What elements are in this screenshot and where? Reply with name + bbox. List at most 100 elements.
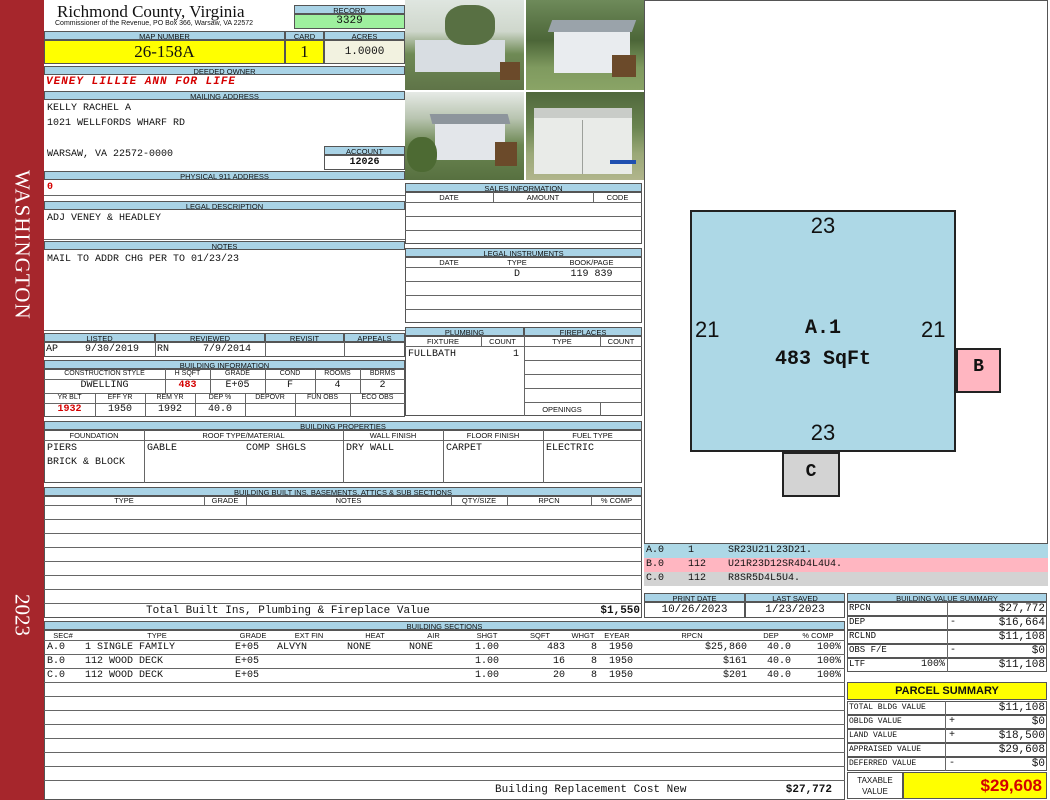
building-sections-header: BUILDING SECTIONS	[44, 621, 845, 630]
fireplaces-header: FIREPLACES	[524, 327, 642, 336]
legal-instruments-header: LEGAL INSTRUMENTS	[405, 248, 642, 257]
value-summary-value: $11,108	[998, 659, 1045, 671]
grade-value: E+05	[225, 380, 250, 391]
section-cell: 8	[590, 670, 597, 681]
parcel-summary-value: $18,500	[998, 730, 1045, 742]
parcel-summary-key: DEFERRED VALUE	[849, 759, 917, 768]
dim-bottom: 23	[810, 420, 836, 445]
last-saved: 1/23/2023	[745, 602, 845, 618]
value-summary-key: RPCN	[849, 603, 871, 613]
house-photo-2	[526, 0, 644, 90]
physical-address: 0	[47, 182, 54, 193]
legal-description-header: LEGAL DESCRIPTION	[44, 201, 405, 210]
section-cell: 112 WOOD DECK	[85, 670, 164, 681]
dim-right: 21	[921, 317, 946, 342]
acres-value: 1.0000	[324, 40, 405, 64]
section-area: 483 SqFt	[774, 348, 871, 371]
wall-header: WALL FINISH	[369, 431, 417, 440]
bi-qty-header: QTY/SIZE	[461, 496, 497, 505]
section-cell: 1.00	[474, 670, 499, 681]
fuel-type: ELECTRIC	[546, 443, 595, 454]
section-cell: 1.00	[474, 656, 499, 667]
print-date-header: PRINT DATE	[644, 593, 745, 602]
vector-a-id: A.0	[646, 545, 665, 556]
section-cell: 483	[546, 642, 565, 653]
remodel-year: 1992	[157, 404, 182, 415]
shed-photo	[526, 92, 644, 180]
section-cell: 1950	[608, 642, 633, 653]
value-summary-header: BUILDING VALUE SUMMARY	[847, 593, 1047, 602]
taxable-value: $29,608	[903, 772, 1047, 799]
dim-top: 23	[810, 213, 836, 238]
parcel-summary-value: $11,108	[998, 702, 1045, 714]
section-col-header: SEC#	[53, 631, 73, 640]
last-saved-header: LAST SAVED	[745, 593, 845, 602]
building-info-header: BUILDING INFORMATION	[44, 360, 405, 369]
section-col-header: TYPE	[147, 631, 167, 640]
section-cell: B.0	[47, 656, 66, 667]
bi-notes-header: NOTES	[335, 496, 362, 505]
value-summary-value: $11,108	[998, 631, 1045, 643]
foundation-1: PIERS	[47, 443, 78, 454]
funobs-header: FUN OBS	[306, 394, 339, 401]
taxable-label: TAXABLE VALUE	[847, 772, 903, 799]
year-label: 2023	[10, 594, 35, 636]
foundation-2: BRICK & BLOCK	[47, 457, 126, 468]
section-cell: ALVYN	[277, 642, 308, 653]
side-banner: WASHINGTON 2023	[0, 0, 44, 800]
rooms-header: ROOMS	[324, 370, 351, 377]
house-photo-3	[405, 92, 524, 180]
listed-header: LISTED	[44, 333, 155, 342]
section-cell: 100%	[816, 642, 841, 653]
legal-description: ADJ VENEY & HEADLEY	[47, 213, 162, 224]
sales-date-header: DATE	[439, 193, 459, 202]
bi-grade-header: GRADE	[211, 496, 239, 505]
section-cell: E+05	[235, 656, 260, 667]
section-col-header: % COMP	[802, 631, 834, 640]
ecoobs-header: ECO OBS	[361, 394, 394, 401]
vector-c-path: R8SR5D4L5U4.	[728, 573, 801, 584]
section-cell: 40.0	[766, 670, 791, 681]
vector-b-path: U21R23D12SR4D4L4U4.	[728, 559, 843, 570]
year-built: 1932	[57, 404, 82, 415]
section-col-header: WHGT	[571, 631, 595, 640]
value-summary-value: $27,772	[998, 603, 1045, 615]
section-col-header: HEAT	[365, 631, 385, 640]
section-cell: 20	[552, 670, 565, 681]
section-cell: $161	[722, 656, 747, 667]
cs-header: CONSTRUCTION STYLE	[64, 370, 145, 377]
value-summary-value: $16,664	[998, 617, 1045, 629]
county-title: Richmond County, Virginia	[57, 2, 245, 21]
building-properties-header: BUILDING PROPERTIES	[44, 421, 642, 430]
account-header: ACCOUNT	[324, 146, 405, 155]
section-cell: 1.00	[474, 642, 499, 653]
deck-c-label: C	[805, 462, 817, 482]
map-number: 26-158A	[44, 40, 285, 64]
notes-header: NOTES	[44, 241, 405, 250]
fuel-header: FUEL TYPE	[572, 431, 613, 440]
section-col-header: GRADE	[239, 631, 267, 640]
record-number: 3329	[294, 14, 405, 29]
district-label: WASHINGTON	[10, 170, 35, 320]
section-cell: NONE	[409, 642, 434, 653]
bi-rpcn-header: RPCN	[538, 496, 560, 505]
remyr-header: REM YR	[156, 394, 184, 401]
section-col-header: EXT FIN	[294, 631, 324, 640]
section-cell: 112 WOOD DECK	[85, 656, 164, 667]
construction-style: DWELLING	[80, 380, 129, 391]
appeals-header: APPEALS	[344, 333, 405, 342]
sales-code-header: CODE	[606, 193, 629, 202]
section-col-header: RPCN	[681, 631, 703, 640]
fp-count-header: COUNT	[607, 337, 635, 346]
section-cell: 16	[552, 656, 565, 667]
map-number-header: MAP NUMBER	[44, 31, 285, 40]
li-type: D	[513, 269, 520, 280]
builtins-total-label: Total Built Ins, Plumbing & Fireplace Va…	[146, 605, 430, 617]
section-cell: E+05	[235, 670, 260, 681]
replacement-label: Building Replacement Cost New	[495, 784, 687, 796]
foundation-header: FOUNDATION	[69, 431, 119, 440]
effective-year: 1950	[107, 404, 132, 415]
parcel-summary-header: PARCEL SUMMARY	[847, 682, 1047, 700]
commissioner-line: Commissioner of the Revenue, PO Box 366,…	[55, 20, 254, 27]
section-cell: $25,860	[704, 642, 747, 653]
